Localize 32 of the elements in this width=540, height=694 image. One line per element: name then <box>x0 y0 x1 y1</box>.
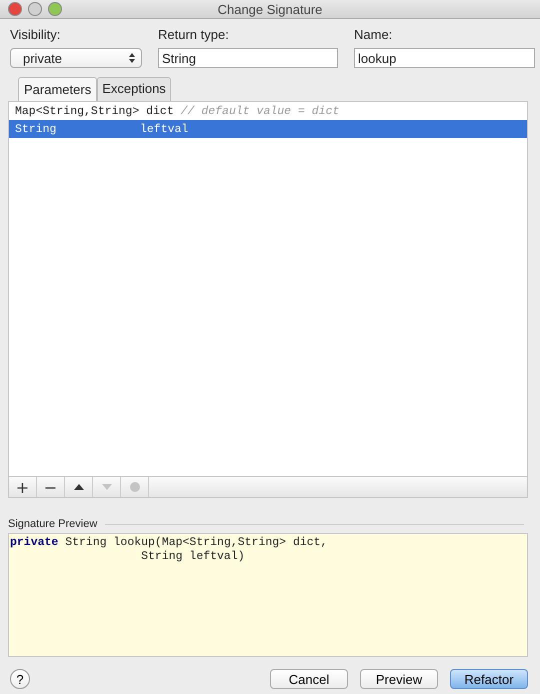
dialog-button[interactable]: Preview <box>360 669 438 689</box>
dialog-button[interactable]: Cancel <box>270 669 348 689</box>
field-label: Visibility: <box>10 27 62 42</box>
add-button[interactable]: + <box>9 477 37 497</box>
tab[interactable]: Parameters <box>18 77 98 101</box>
parameter-type: Map<String,String> <box>15 104 140 118</box>
code-line: String leftval) <box>140 550 246 564</box>
parameter-row[interactable]: String leftval <box>9 120 527 138</box>
zoom-button[interactable] <box>48 2 62 16</box>
remove-button[interactable]: − <box>37 477 65 497</box>
down-arrow-icon <box>100 482 112 492</box>
dialog-button[interactable]: Refactor <box>450 669 528 689</box>
tab[interactable]: Exceptions <box>97 77 171 101</box>
help-button[interactable]: ? <box>10 669 30 689</box>
return-type-field[interactable]: String <box>158 48 338 68</box>
circle-icon <box>128 482 140 492</box>
code-line: private String lookup(Map<String,String> dict, <box>10 536 328 550</box>
up-arrow-icon <box>72 482 84 492</box>
name-field[interactable]: lookup <box>354 48 535 68</box>
minimize-button[interactable] <box>28 2 42 16</box>
window-title: Change Signature <box>218 2 322 16</box>
field-label: Return type: <box>158 27 230 42</box>
visibility-dropdown[interactable]: private <box>10 48 142 68</box>
parameter-name: leftval <box>140 122 188 136</box>
close-button[interactable] <box>8 2 22 16</box>
default-value-comment: // default value = dict <box>180 104 340 118</box>
parameter-type: String <box>15 122 58 136</box>
section-title: Signature Preview <box>8 518 98 530</box>
stepper-icon <box>129 53 135 63</box>
parameter-row[interactable]: Map<String,String> dict // default value = dict <box>9 102 527 120</box>
parameter-name: dict <box>146 104 175 118</box>
field-label: Name: <box>354 27 394 42</box>
